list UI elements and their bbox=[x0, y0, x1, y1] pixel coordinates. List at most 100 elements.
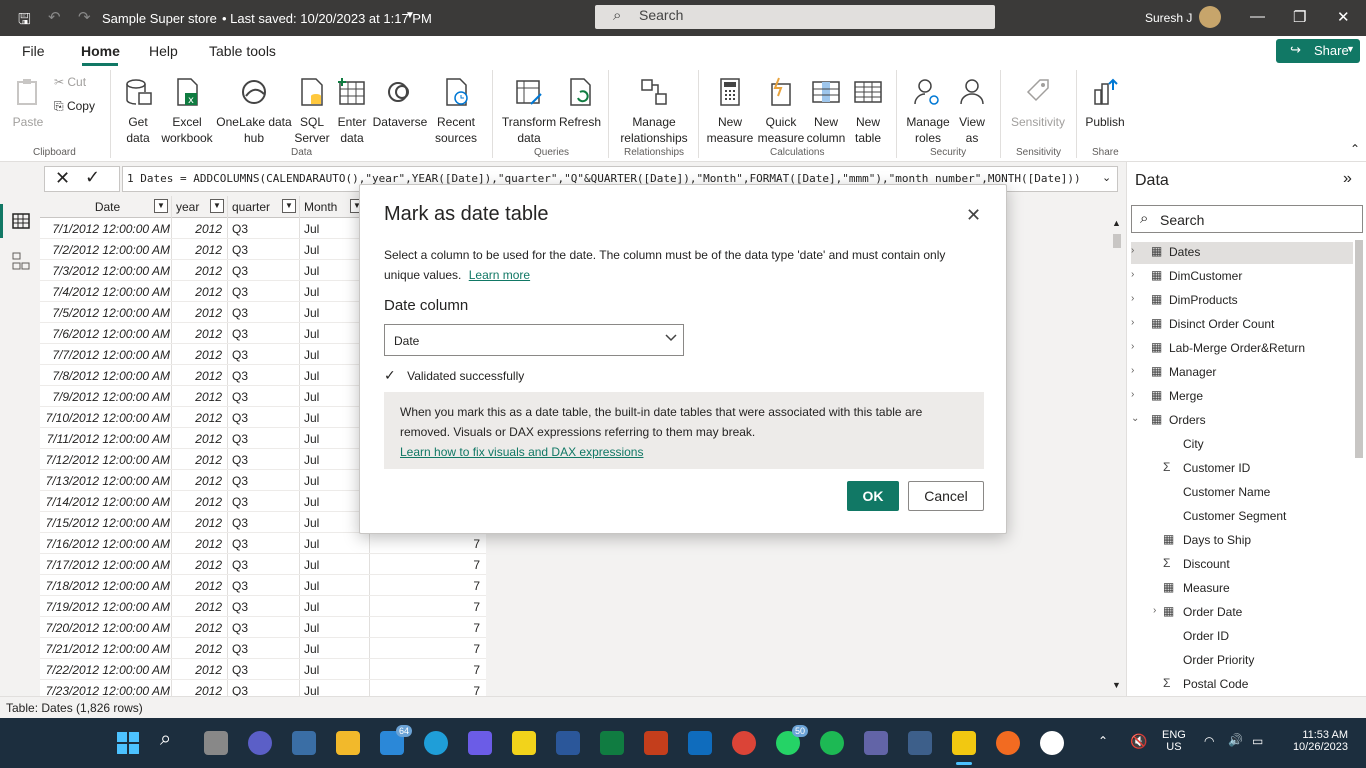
expand-formula-chevron-icon[interactable]: ⌄ bbox=[1102, 171, 1111, 184]
azure-data-studio-icon[interactable] bbox=[908, 731, 932, 755]
field-item[interactable]: Customer Name bbox=[1157, 482, 1353, 504]
windows-start-icon[interactable] bbox=[116, 731, 140, 755]
powerpoint-icon[interactable] bbox=[644, 731, 668, 755]
teams-meet-icon[interactable] bbox=[248, 731, 272, 755]
table-node[interactable]: ⌄ ▦ Orders bbox=[1131, 410, 1353, 432]
field-item[interactable]: Σ Postal Code bbox=[1157, 674, 1353, 696]
get-data-button[interactable]: Get data bbox=[118, 76, 158, 146]
task-view-icon[interactable] bbox=[204, 731, 228, 755]
table-node[interactable]: › ▦ Disinct Order Count bbox=[1131, 314, 1353, 336]
scroll-down-icon[interactable]: ▼ bbox=[1112, 680, 1121, 690]
copy-button[interactable]: ⎘ Copy bbox=[54, 98, 95, 114]
table-node[interactable]: › ▦ DimProducts bbox=[1131, 290, 1353, 312]
sticky-notes-icon[interactable] bbox=[512, 731, 536, 755]
field-item[interactable]: Σ Customer ID bbox=[1157, 458, 1353, 480]
quick-measure-button[interactable]: Quick measure bbox=[756, 76, 806, 146]
teams-icon[interactable] bbox=[864, 731, 888, 755]
chevron-right-icon[interactable]: › bbox=[1131, 269, 1134, 280]
restore-icon[interactable]: ❐ bbox=[1293, 8, 1306, 26]
table-node[interactable]: › ▦ Manager bbox=[1131, 362, 1353, 384]
table-row[interactable]: 7/17/2012 12:00:00 AM 2012 Q3 Jul 7 bbox=[40, 554, 486, 575]
share-button[interactable]: ↪ Share ▼ bbox=[1276, 39, 1360, 63]
onelake-button[interactable]: OneLake data hub bbox=[216, 76, 292, 146]
field-item[interactable]: Order Priority bbox=[1157, 650, 1353, 672]
collapse-ribbon-icon[interactable]: ⌃ bbox=[1350, 142, 1360, 156]
commit-formula-icon[interactable]: ✓ bbox=[85, 167, 100, 188]
tab-file[interactable]: File bbox=[22, 43, 45, 59]
table-row[interactable]: 7/21/2012 12:00:00 AM 2012 Q3 Jul 7 bbox=[40, 638, 486, 659]
table-node[interactable]: › ▦ Merge bbox=[1131, 386, 1353, 408]
field-item[interactable]: Σ Discount bbox=[1157, 554, 1353, 576]
table-row[interactable]: 7/18/2012 12:00:00 AM 2012 Q3 Jul 7 bbox=[40, 575, 486, 596]
mic-muted-icon[interactable]: 🔇 bbox=[1130, 733, 1147, 750]
field-item[interactable]: City bbox=[1157, 434, 1353, 456]
table-row[interactable]: 7/23/2012 12:00:00 AM 2012 Q3 Jul 7 bbox=[40, 680, 486, 696]
taskbar-search-icon[interactable]: ⌕ bbox=[160, 728, 184, 752]
new-table-button[interactable]: New table bbox=[850, 76, 886, 146]
mail-icon[interactable]: 64 bbox=[380, 725, 412, 755]
minimize-icon[interactable]: — bbox=[1250, 8, 1265, 25]
table-view-icon[interactable] bbox=[12, 212, 30, 230]
dataverse-button[interactable]: Dataverse bbox=[372, 76, 428, 130]
column-header-month[interactable]: Month ▼ bbox=[300, 196, 368, 218]
tab-table-tools[interactable]: Table tools bbox=[209, 43, 276, 59]
enter-data-button[interactable]: Enter data bbox=[334, 76, 370, 146]
cancel-formula-icon[interactable]: ✕ bbox=[55, 168, 70, 189]
sql-server-button[interactable]: SQL Server bbox=[293, 76, 331, 146]
chrome-icon[interactable] bbox=[732, 731, 756, 755]
redo-icon[interactable]: ↷ bbox=[78, 8, 91, 26]
refresh-button[interactable]: Refresh bbox=[558, 76, 602, 130]
github-icon[interactable] bbox=[1040, 731, 1064, 755]
close-dialog-icon[interactable]: ✕ bbox=[966, 205, 981, 226]
new-measure-button[interactable]: New measure bbox=[704, 76, 756, 146]
filter-dropdown-icon[interactable]: ▼ bbox=[210, 199, 224, 213]
pen-icon[interactable] bbox=[996, 731, 1020, 755]
learn-more-link[interactable]: Learn more bbox=[469, 268, 530, 282]
cut-button[interactable]: ✂ Cut bbox=[54, 74, 86, 90]
file-explorer-icon[interactable] bbox=[336, 731, 360, 755]
field-item[interactable]: ▦ Measure bbox=[1157, 578, 1353, 600]
undo-icon[interactable]: ↶ bbox=[48, 8, 61, 26]
fix-visuals-link[interactable]: Learn how to fix visuals and DAX express… bbox=[400, 445, 643, 459]
table-node[interactable]: › ▦ DimCustomer bbox=[1131, 266, 1353, 288]
chevron-right-icon[interactable]: › bbox=[1131, 341, 1134, 352]
tab-home[interactable]: Home bbox=[81, 43, 120, 59]
filter-dropdown-icon[interactable]: ▼ bbox=[282, 199, 296, 213]
copilot-icon[interactable] bbox=[468, 731, 492, 755]
publish-button[interactable]: Publish bbox=[1082, 76, 1128, 130]
table-row[interactable]: 7/16/2012 12:00:00 AM 2012 Q3 Jul 7 bbox=[40, 533, 486, 554]
wifi-icon[interactable]: ◠ bbox=[1204, 734, 1214, 748]
title-chevron-down-icon[interactable]: ▼ bbox=[405, 10, 415, 21]
column-header-date[interactable]: Date ▼ bbox=[40, 196, 172, 218]
chevron-right-icon[interactable]: › bbox=[1131, 317, 1134, 328]
paste-button[interactable]: Paste bbox=[10, 76, 46, 130]
recent-sources-button[interactable]: Recent sources bbox=[430, 76, 482, 146]
excel-workbook-button[interactable]: x Excel workbook bbox=[160, 76, 214, 146]
chevron-right-icon[interactable]: › bbox=[1153, 605, 1156, 616]
cancel-button[interactable]: Cancel bbox=[908, 481, 984, 511]
chevron-right-icon[interactable]: › bbox=[1131, 365, 1134, 376]
collapse-pane-icon[interactable]: » bbox=[1343, 170, 1352, 188]
new-column-button[interactable]: New column bbox=[806, 76, 846, 146]
model-view-icon[interactable] bbox=[12, 252, 30, 270]
outlook-icon[interactable] bbox=[688, 731, 712, 755]
field-item[interactable]: Customer Segment bbox=[1157, 506, 1353, 528]
view-as-button[interactable]: View as bbox=[954, 76, 990, 146]
date-column-dropdown[interactable]: Date bbox=[384, 324, 684, 356]
filter-dropdown-icon[interactable]: ▼ bbox=[154, 199, 168, 213]
field-item[interactable]: ▦ Days to Ship bbox=[1157, 530, 1353, 552]
table-row[interactable]: 7/19/2012 12:00:00 AM 2012 Q3 Jul 7 bbox=[40, 596, 486, 617]
edge-icon[interactable] bbox=[424, 731, 448, 755]
ok-button[interactable]: OK bbox=[847, 481, 899, 511]
top-search-box[interactable]: ⌕ Search bbox=[595, 5, 995, 29]
column-header-year[interactable]: year ▼ bbox=[172, 196, 228, 218]
grid-scrollbar[interactable]: ▲ ▼ bbox=[1110, 218, 1124, 694]
save-icon[interactable]: 🖫 bbox=[18, 9, 31, 34]
chevron-down-icon[interactable]: ⌄ bbox=[1131, 413, 1139, 424]
excel-taskbar-icon[interactable] bbox=[600, 731, 624, 755]
data-search-input[interactable]: ⌕ Search bbox=[1131, 205, 1363, 233]
chevron-right-icon[interactable]: › bbox=[1131, 245, 1134, 256]
clock[interactable]: 11:53 AM 10/26/2023 bbox=[1284, 729, 1348, 753]
table-row[interactable]: 7/22/2012 12:00:00 AM 2012 Q3 Jul 7 bbox=[40, 659, 486, 680]
data-pane-scroll-thumb[interactable] bbox=[1355, 240, 1363, 458]
